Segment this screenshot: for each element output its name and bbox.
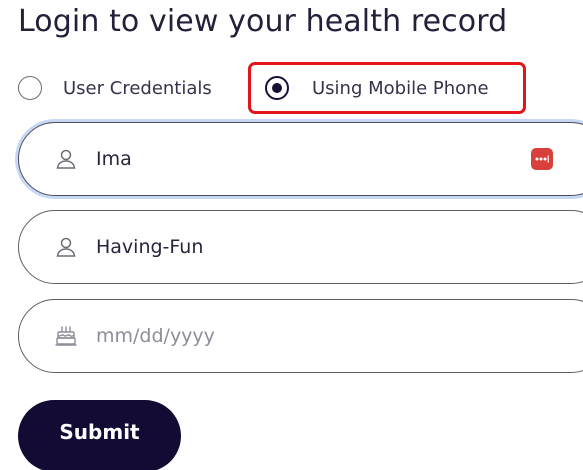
user-icon [56,237,76,257]
radio-dot [272,83,282,93]
birthday-cake-icon [55,326,77,346]
user-icon [56,149,76,169]
radio-user-credentials[interactable]: User Credentials [18,68,212,108]
last-name-value: Having-Fun [96,236,204,258]
birth-date-field[interactable]: mm/dd/yyyy [18,299,583,373]
radio-checked-icon[interactable] [265,76,289,100]
first-name-field[interactable]: Ima [18,122,583,196]
radio-unchecked-icon[interactable] [18,76,42,100]
first-name-value: Ima [96,148,132,170]
submit-button[interactable]: Submit [18,400,181,470]
last-name-field[interactable]: Having-Fun [18,210,583,284]
radio-using-mobile-phone[interactable]: Using Mobile Phone [265,68,489,108]
radio-user-credentials-label: User Credentials [63,77,212,99]
password-dots-icon [535,155,549,163]
page-title: Login to view your health record [18,4,508,39]
radio-using-mobile-phone-label: Using Mobile Phone [312,77,489,99]
login-page: Login to view your health record User Cr… [0,0,583,470]
birth-date-placeholder: mm/dd/yyyy [96,325,215,347]
password-manager-icon[interactable] [531,148,553,170]
login-method-group: User Credentials Using Mobile Phone [18,68,578,108]
